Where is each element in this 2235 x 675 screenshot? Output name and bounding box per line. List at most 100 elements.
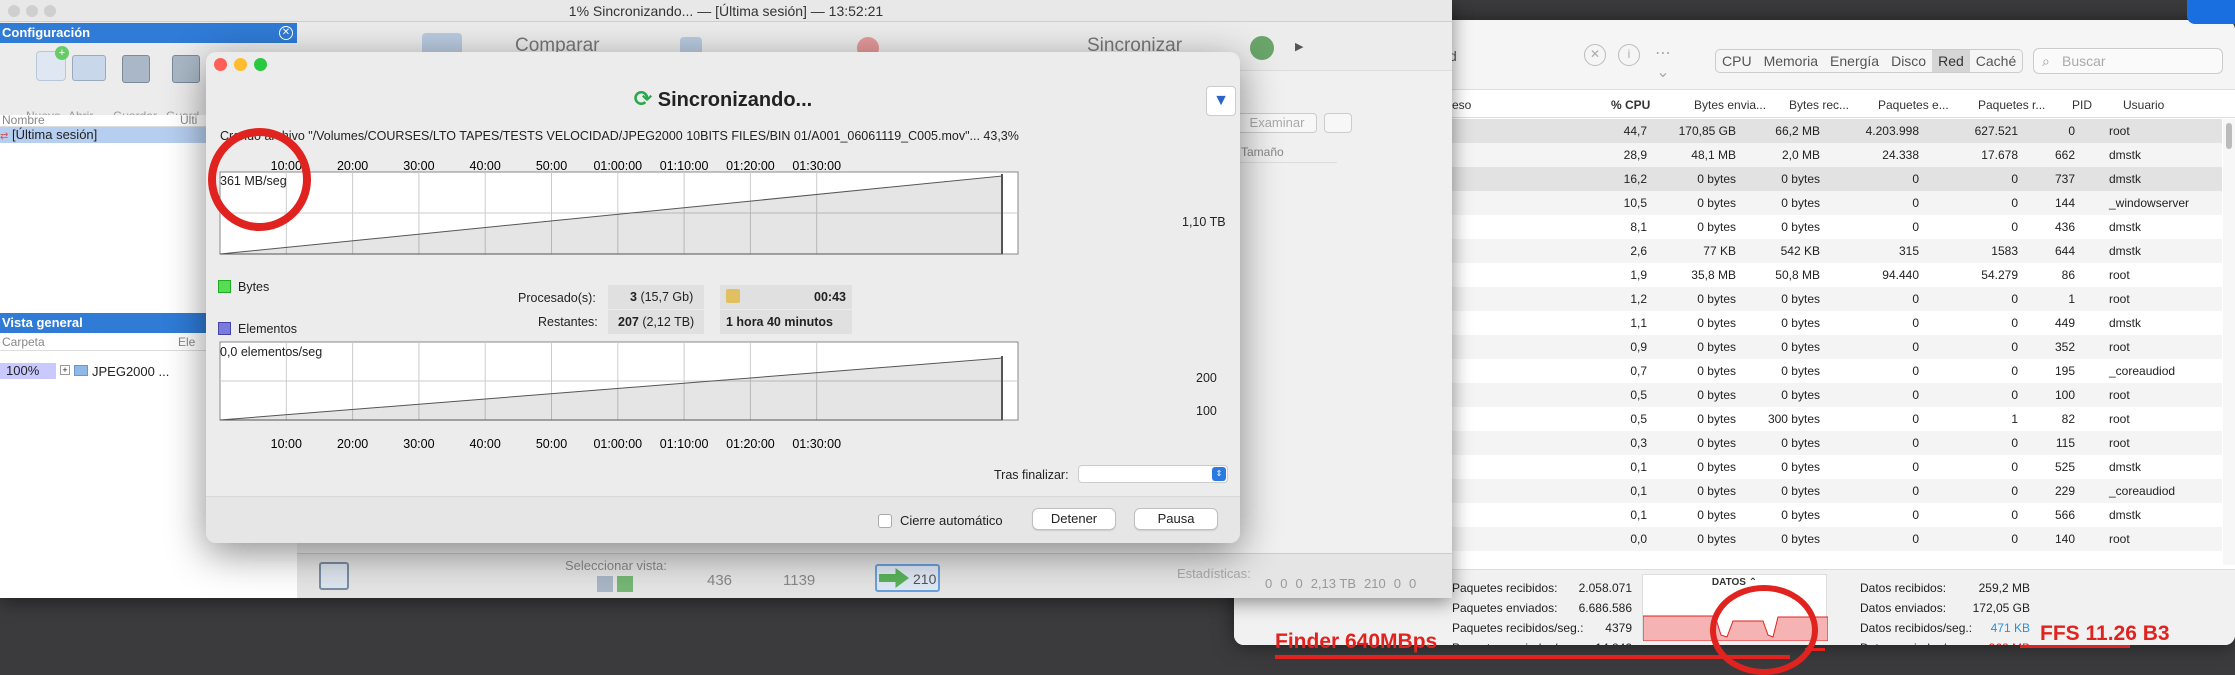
process-cell: 0 [1912,364,1919,378]
tab-energia[interactable]: Energía [1824,50,1885,72]
view-icon-a[interactable] [597,576,613,592]
process-cell: 0,5 [1449,383,1647,407]
col-last[interactable]: Últi [180,113,197,127]
tab-cache[interactable]: Caché [1970,50,2022,72]
col-bytes-sent[interactable]: Bytes envia... [1694,98,1766,112]
items-axis-100: 100 [1196,404,1217,418]
sync-view-toggle[interactable]: 210 [875,564,940,592]
process-cell: dmstk [2109,316,2142,330]
examine-extra-button[interactable] [1324,113,1352,133]
more-options-icon[interactable]: ⋯⌄ [1652,44,1674,81]
annotation-line-right [1805,648,1825,651]
time-tick-label: 01:00:00 [593,437,642,451]
process-cell: 0 bytes [1736,431,1820,455]
process-cell: 0 [1912,508,1919,522]
process-cell: dmstk [2109,220,2142,234]
remaining-box: 207 (2,12 TB) [608,310,704,334]
pause-button[interactable]: Pausa [1134,508,1218,530]
col-name[interactable]: Nombre [2,113,45,127]
process-cell: 0 [1912,412,1919,426]
process-cell: 315 [1820,239,1919,263]
time-tick-label: 01:30:00 [792,159,841,173]
panel-close-icon[interactable]: ✕ [279,26,293,40]
col-cpu[interactable]: % CPU [1611,98,1650,112]
dialog-zoom-icon[interactable] [254,58,267,71]
process-cell: 1 [2018,287,2075,311]
save-as-icon[interactable] [172,55,200,83]
col-user[interactable]: Usuario [2123,98,2164,112]
process-cell: 0 [2011,316,2018,330]
gear-icon[interactable] [1250,36,1274,60]
process-cell: 0 [1912,460,1919,474]
network-stat: Datos recibidos/seg.: 471 KB [1860,618,2030,638]
col-elements[interactable]: Ele [178,335,195,349]
process-cell: 0 bytes [1697,220,1736,234]
dialog-close-icon[interactable] [214,58,227,71]
col-packets-received[interactable]: Paquetes r... [1978,98,2045,112]
stop-button[interactable]: Detener [1032,508,1116,530]
process-cell: 140 [2018,527,2075,551]
remaining-label: Restantes: [538,315,598,329]
col-packets-sent[interactable]: Paquetes e... [1878,98,1949,112]
minimize-icon[interactable] [26,5,38,17]
process-cell: 0,1 [1449,479,1647,503]
process-cell: 82 [2061,412,2075,426]
zoom-icon[interactable] [44,5,56,17]
corner-badge [2187,0,2235,24]
annotation-circle-speed [208,128,311,231]
bytes-legend-swatch [218,280,231,293]
col-process[interactable]: eso [1452,98,1471,112]
config-item-last-session[interactable]: ⇄ [Última sesión] [0,127,210,143]
new-icon[interactable]: + [36,46,69,81]
network-stat: Datos enviados/seg.: 368 MB [1860,638,2030,645]
chevron-right-icon[interactable]: ▶ [1295,40,1303,53]
open-icon[interactable] [72,55,106,81]
info-icon[interactable]: i [1618,44,1640,66]
col-size[interactable]: Tamaño [1237,145,1337,163]
expand-icon[interactable]: + [60,365,70,375]
tab-red[interactable]: Red [1932,50,1970,72]
minimize-to-tray-icon[interactable]: ▼ [1206,86,1236,116]
process-cell: 0 bytes [1647,335,1736,359]
search-input[interactable]: ⌕ Buscar [2033,48,2223,74]
auto-close-checkbox[interactable] [878,514,892,528]
time-tick-label: 01:20:00 [726,159,775,173]
time-tick-label: 01:30:00 [792,437,841,451]
tab-memoria[interactable]: Memoria [1758,50,1824,72]
process-cell: 0 bytes [1647,287,1736,311]
process-cell: 0 [1820,335,1919,359]
close-icon[interactable] [8,5,20,17]
process-cell: 566 [2054,508,2075,522]
process-cell: 0 [1919,527,2018,551]
status-text: Crando archivo "/Volumes/COURSES/LTO TAP… [220,129,1019,143]
tab-disco[interactable]: Disco [1885,50,1932,72]
view-icon-b[interactable] [617,576,633,592]
stats-values: 0 0 0 2,13 TB 210 0 0 [1265,576,1416,591]
stat-value: 2,13 TB [1310,576,1356,591]
monitor-tabs: CPU Memoria Energía Disco Red Caché [1715,49,2024,73]
examine-button[interactable]: Examinar [1237,113,1317,133]
dialog-minimize-icon[interactable] [234,58,247,71]
process-cell: 4.203.998 [1820,119,1919,143]
network-stat-label: Paquetes recibidos: [1452,581,1558,595]
sync-arrow-icon [879,568,909,588]
process-scrollbar[interactable] [2223,119,2235,565]
stop-process-icon[interactable]: ✕ [1584,44,1606,66]
time-tick-label: 50:00 [536,159,567,173]
process-cell: dmstk [2109,508,2142,522]
network-stat-label: Datos enviados/seg.: [1860,638,1972,645]
process-cell: 0 [1820,191,1919,215]
process-cell: 2,0 MB [1736,143,1820,167]
col-folder[interactable]: Carpeta [2,335,45,349]
process-cell: dmstk [2109,460,2142,474]
process-cell: 542 KB [1736,239,1820,263]
after-finish-select[interactable]: ⇕ [1078,465,1228,483]
tab-cpu[interactable]: CPU [1716,50,1758,72]
col-bytes-received[interactable]: Bytes rec... [1789,98,1849,112]
col-pid[interactable]: PID [2072,98,2092,112]
process-cell: 0 [1919,191,2018,215]
save-icon[interactable] [122,55,150,83]
view-list-icon[interactable] [319,562,349,590]
overview-percent: 100% [0,363,56,379]
process-cell: 0 [1919,287,2018,311]
